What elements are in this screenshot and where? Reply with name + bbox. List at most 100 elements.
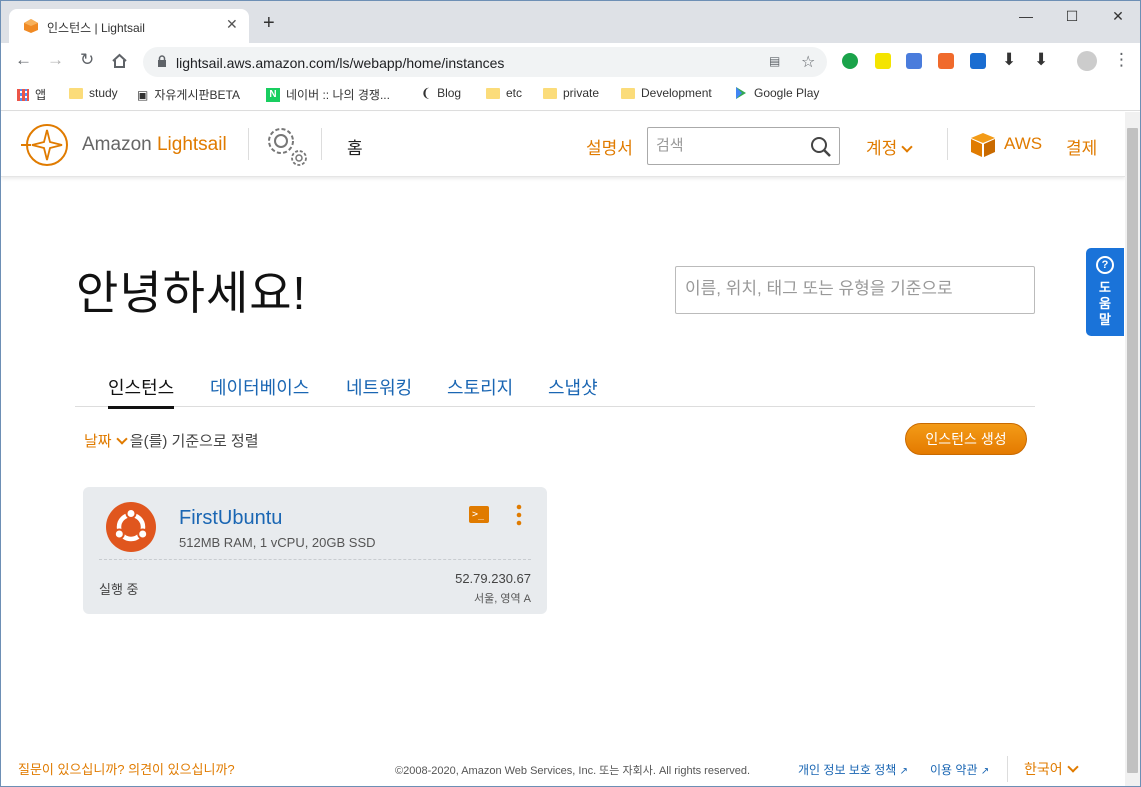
greeting-heading: 안녕하세요! [76, 267, 307, 319]
tab-databases[interactable]: 데이터베이스 [210, 374, 309, 406]
aws-box-icon [971, 133, 995, 157]
tab-strip: 인스턴스 | Lightsail ✕ + — ☐ ✕ [1, 1, 1140, 43]
extension-translate-icon[interactable] [906, 53, 922, 69]
app-header: Amazon Lightsail 홈 설명서 계정 AWS 결제 [1, 112, 1125, 177]
instance-menu-kebab-icon[interactable] [514, 504, 524, 526]
logo-text[interactable]: Amazon Lightsail [82, 134, 227, 156]
external-link-icon: ↗ [899, 766, 909, 777]
minimize-button[interactable]: — [1011, 8, 1041, 24]
bookmark-naver[interactable]: N 네이버 :: 나의 경쟁... [266, 86, 390, 103]
chevron-down-icon [901, 141, 913, 153]
sort-dropdown[interactable]: 날짜 [84, 433, 128, 450]
tab-storage[interactable]: 스토리지 [447, 374, 513, 406]
search-icon[interactable] [810, 136, 832, 158]
page-scrollbar[interactable] [1125, 112, 1140, 786]
bookmark-private[interactable]: private [543, 86, 599, 100]
bookmarks-bar: 앱 study ▣ 자유게시판BETA N 네이버 :: 나의 경쟁... ❨ … [1, 79, 1140, 111]
naver-icon: N [266, 87, 280, 102]
ubuntu-logo-icon [106, 502, 156, 552]
help-panel-tab[interactable]: ? 도움말 [1086, 248, 1124, 336]
language-selector[interactable]: 한국어 [1024, 759, 1079, 779]
forward-arrow-icon[interactable]: → [47, 51, 64, 68]
chevron-down-icon [1066, 761, 1079, 773]
header-search-input[interactable] [656, 137, 806, 154]
apps-grid-icon [17, 88, 29, 101]
aws-link[interactable]: AWS [1004, 134, 1042, 154]
translate-icon[interactable]: ▤ [769, 54, 780, 68]
sort-row: 날짜 을(를) 기준으로 정렬 [84, 430, 259, 451]
footer-divider [1007, 756, 1008, 782]
instance-status: 실행 중 [99, 582, 139, 597]
maximize-button[interactable]: ☐ [1057, 8, 1087, 25]
filter-box [675, 266, 1035, 314]
bookmark-google-play[interactable]: Google Play [734, 86, 819, 100]
menu-kebab-icon[interactable]: ⋮ [1113, 51, 1130, 68]
header-divider [321, 128, 322, 160]
page-footer: 질문이 있으십니까? 의견이 있으십니까? ©2008-2020, Amazon… [1, 752, 1125, 786]
feedback-link[interactable]: 질문이 있으십니까? 의견이 있으십니까? [18, 759, 235, 778]
help-question-icon: ? [1096, 256, 1114, 274]
account-menu[interactable]: 계정 [866, 134, 913, 159]
tab-instances[interactable]: 인스턴스 [108, 374, 175, 409]
billing-link[interactable]: 결제 [1066, 134, 1097, 159]
home-link[interactable]: 홈 [347, 134, 363, 159]
bookmark-etc[interactable]: etc [486, 86, 522, 100]
copyright-text: ©2008-2020, Amazon Web Services, Inc. 또는… [395, 765, 751, 777]
tab-networking[interactable]: 네트워킹 [346, 374, 412, 406]
extension-green-icon[interactable] [842, 53, 858, 69]
reload-icon[interactable]: ↻ [80, 51, 94, 68]
tab-title: 인스턴스 | Lightsail [47, 21, 145, 35]
sort-suffix: 을(를) 기준으로 정렬 [129, 433, 259, 450]
external-link-icon: ↗ [980, 766, 990, 777]
instance-spec: 512MB RAM, 1 vCPU, 20GB SSD [179, 535, 376, 550]
new-tab-button[interactable]: + [263, 13, 275, 33]
privacy-link[interactable]: 개인 정보 보호 정책 ↗ [798, 761, 908, 778]
folder-icon [486, 87, 500, 99]
address-bar[interactable]: lightsail.aws.amazon.com/ls/webapp/home/… [143, 47, 827, 77]
profile-avatar[interactable] [1077, 51, 1097, 71]
resource-tabs: 인스턴스 데이터베이스 네트워킹 스토리지 스냅샷 [75, 367, 1035, 409]
close-window-button[interactable]: ✕ [1103, 8, 1133, 25]
download-icon[interactable]: ⬇ [1002, 51, 1016, 68]
docs-link[interactable]: 설명서 [586, 134, 633, 159]
extension-video-icon[interactable] [970, 53, 986, 69]
create-instance-button[interactable]: 인스턴스 생성 [905, 423, 1027, 455]
browser-window: 인스턴스 | Lightsail ✕ + — ☐ ✕ ← → ↻ lightsa… [0, 0, 1141, 787]
lightsail-logo-icon[interactable] [19, 122, 71, 168]
lock-icon [158, 55, 166, 67]
header-search-box [647, 127, 840, 165]
instance-card: FirstUbuntu 512MB RAM, 1 vCPU, 20GB SSD … [83, 487, 547, 614]
instance-name-link[interactable]: FirstUbuntu [179, 507, 282, 530]
bookmark-board[interactable]: ▣ 자유게시판BETA [137, 86, 240, 103]
bookmark-star-icon[interactable]: ☆ [801, 52, 815, 72]
home-icon[interactable] [111, 53, 128, 69]
instance-ip: 52.79.230.67 [455, 571, 531, 586]
browser-tab[interactable]: 인스턴스 | Lightsail ✕ [9, 9, 249, 43]
card-divider [99, 559, 531, 560]
help-label: 도움말 [1099, 280, 1111, 327]
address-toolbar: ← → ↻ lightsail.aws.amazon.com/ls/webapp… [1, 43, 1140, 79]
tab-snapshots[interactable]: 스냅샷 [548, 374, 598, 406]
settings-gear-icon[interactable] [261, 121, 311, 169]
scrollbar-thumb[interactable] [1127, 128, 1138, 773]
google-play-icon [736, 87, 746, 99]
bookmark-apps[interactable]: 앱 [17, 86, 46, 103]
header-divider [947, 128, 948, 160]
back-arrow-icon[interactable]: ← [15, 51, 32, 68]
header-divider [248, 128, 249, 160]
extension-rx-icon[interactable] [938, 53, 954, 69]
blog-icon: ❨ [421, 86, 432, 100]
terms-link[interactable]: 이용 약관 ↗ [930, 761, 989, 778]
bookmark-blog[interactable]: ❨ Blog [421, 86, 461, 100]
extension-picker-icon[interactable] [875, 53, 891, 69]
bookmark-development[interactable]: Development [621, 86, 712, 100]
site-icon: ▣ [137, 87, 149, 102]
terminal-connect-icon[interactable]: >_ [469, 506, 489, 523]
url-text: lightsail.aws.amazon.com/ls/webapp/home/… [176, 55, 505, 71]
filter-input[interactable] [685, 279, 1015, 299]
download-2-icon[interactable]: ⬇ [1034, 51, 1048, 68]
lightsail-favicon-icon [24, 19, 38, 33]
bookmark-study[interactable]: study [69, 86, 118, 100]
chevron-down-icon [115, 433, 128, 445]
tab-close-icon[interactable]: ✕ [226, 16, 238, 33]
